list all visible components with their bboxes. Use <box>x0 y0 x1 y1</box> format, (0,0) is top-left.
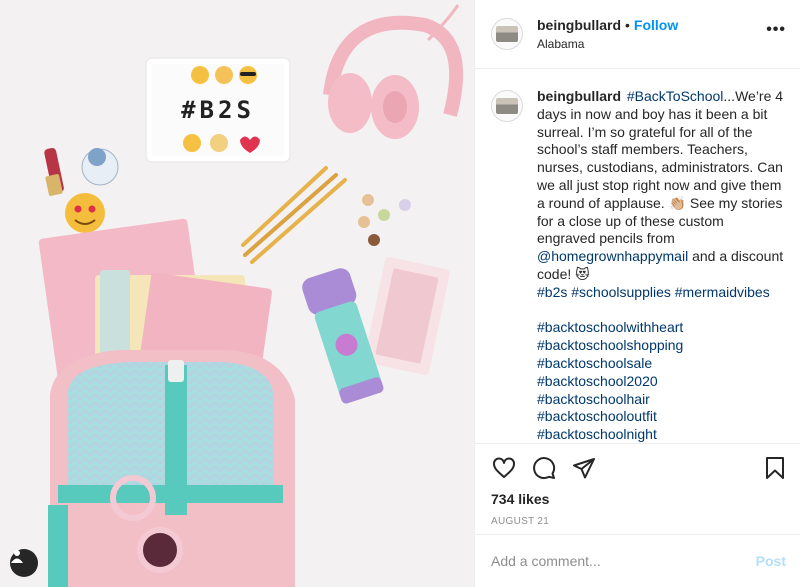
backpack <box>48 350 295 587</box>
header-text: beingbullard • Follow Alabama <box>537 16 766 52</box>
comment-icon <box>533 457 556 480</box>
hashtag-link[interactable]: #backtoschoolwithheart <box>537 319 784 337</box>
caption-text: beingbullard #BackToSchool...We’re 4 day… <box>537 88 784 443</box>
action-icons <box>491 444 784 492</box>
mention-link[interactable]: @homegrownhappymail <box>537 248 688 264</box>
follow-button[interactable]: Follow <box>634 17 678 33</box>
caption-body-1: ...We’re 4 days in now and boy has it be… <box>537 88 784 247</box>
pink-headphones <box>323 4 464 139</box>
hashtag-link[interactable]: #schoolsupplies <box>571 284 671 300</box>
header-line: beingbullard • Follow <box>537 16 766 34</box>
thumbs-up-emoji <box>215 66 233 84</box>
small-stickers <box>358 194 411 246</box>
stickers <box>44 147 119 233</box>
like-button[interactable] <box>491 455 517 481</box>
hashtag-link[interactable]: #backtoschoolshopping <box>537 337 784 355</box>
tagged-users-button[interactable] <box>10 549 38 577</box>
comment-input[interactable] <box>491 553 756 569</box>
post-actions: 734 likes AUGUST 21 <box>475 443 800 534</box>
more-options-icon[interactable]: ••• <box>766 21 786 47</box>
instagram-post: #B2S beingbullard • Follow Alabama ••• b… <box>0 0 800 587</box>
username-link[interactable]: beingbullard <box>537 17 621 33</box>
hashtag-link[interactable]: #backtoschoolnight <box>537 426 784 443</box>
flatlay-illustration: #B2S <box>38 4 464 587</box>
avatar[interactable] <box>491 18 523 50</box>
post-date[interactable]: AUGUST 21 <box>491 516 784 527</box>
user-icon <box>11 550 23 563</box>
hashtag-link[interactable]: #backtoschooloutfit <box>537 408 784 426</box>
hashtag-link[interactable]: #backtoschoolhair <box>537 391 784 409</box>
post-photo[interactable]: #B2S <box>0 0 474 587</box>
post-comment-button[interactable]: Post <box>756 553 786 569</box>
like-count[interactable]: 734 likes <box>491 490 784 508</box>
comment-button[interactable] <box>531 455 557 481</box>
share-button[interactable] <box>571 455 597 481</box>
hashtag-link[interactable]: #b2s <box>537 284 567 300</box>
separator-dot: • <box>625 17 630 33</box>
heart-icon <box>493 457 515 478</box>
hashtag-line: #b2s #schoolsupplies #mermaidvibes <box>537 284 784 302</box>
comment-form: Post <box>475 534 800 587</box>
heart-eyes-emoji <box>191 66 209 84</box>
hashtag-link[interactable]: #BackToSchool <box>627 88 724 104</box>
hashtag-link[interactable]: #backtoschoolsale <box>537 355 784 373</box>
avatar-image <box>496 26 518 42</box>
save-button[interactable] <box>762 455 788 481</box>
caption-avatar[interactable] <box>491 90 523 122</box>
lightbox-sign: #B2S <box>145 57 291 163</box>
hashtag-link[interactable]: #backtoschool2020 <box>537 373 784 391</box>
pencils <box>241 166 347 264</box>
paper-plane-icon <box>573 458 595 479</box>
post-sidebar: beingbullard • Follow Alabama ••• beingbul… <box>474 0 800 587</box>
lightbox-text: #B2S <box>181 96 255 124</box>
sticker-sheet <box>364 257 450 375</box>
comments-section[interactable]: beingbullard #BackToSchool...We’re 4 day… <box>475 70 800 443</box>
bookmark-icon <box>766 457 784 479</box>
hashtag-link[interactable]: #mermaidvibes <box>675 284 770 300</box>
post-header: beingbullard • Follow Alabama ••• <box>475 0 800 69</box>
caption-username-link[interactable]: beingbullard <box>537 88 621 104</box>
avatar-image <box>496 98 518 114</box>
caption-row: beingbullard #BackToSchool...We’re 4 day… <box>491 88 784 443</box>
location-link[interactable]: Alabama <box>537 36 766 52</box>
raised-hands-emoji <box>210 134 228 152</box>
nerd-emoji <box>183 134 201 152</box>
